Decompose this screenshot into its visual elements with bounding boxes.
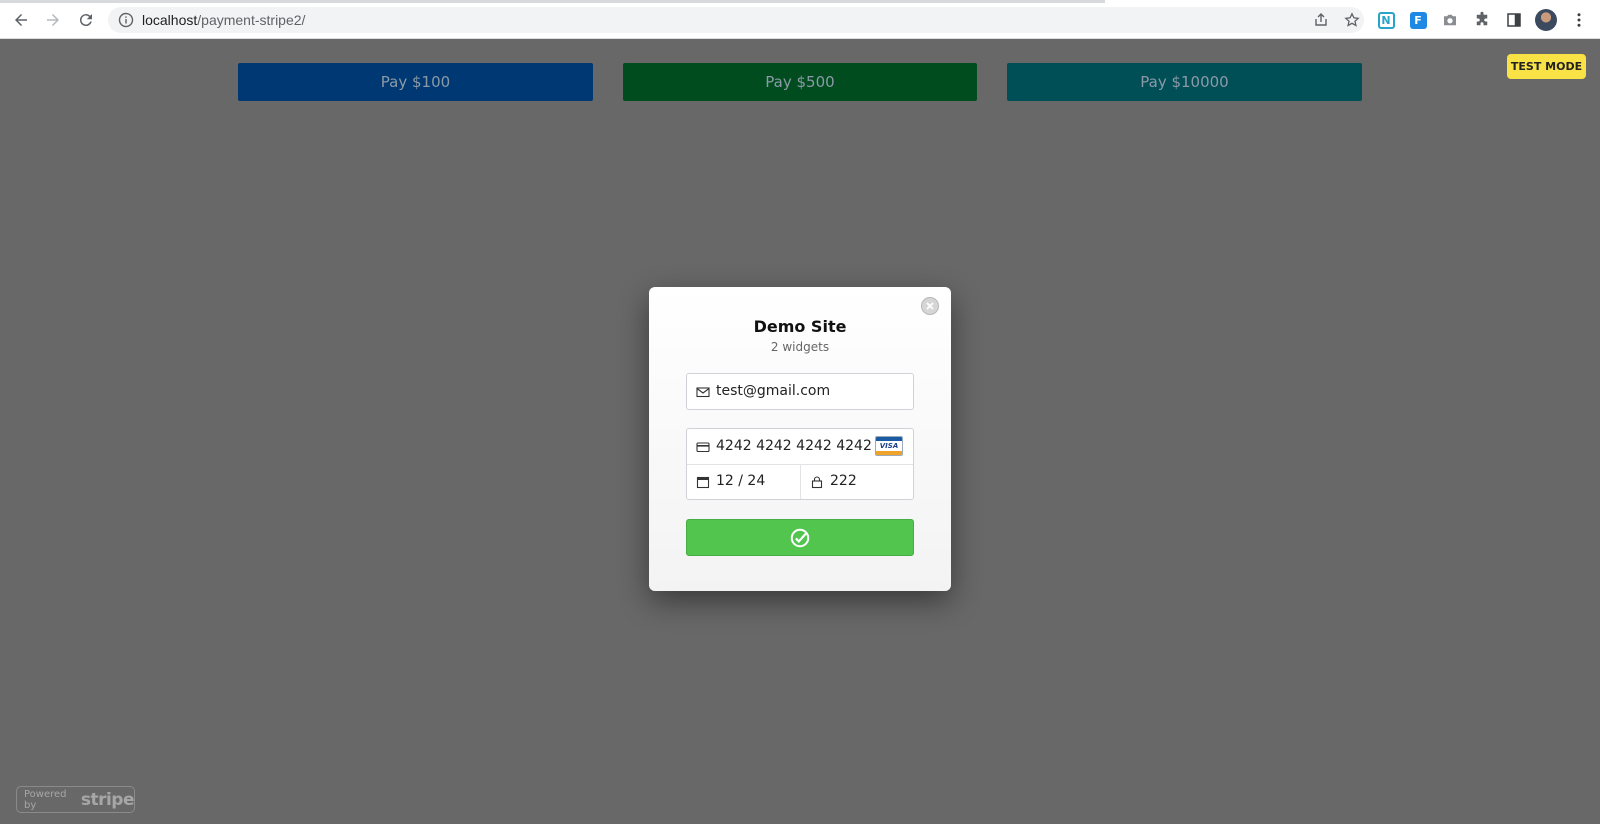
puzzle-icon: [1476, 11, 1488, 26]
email-value: test@gmail.com: [716, 383, 831, 399]
pay-500-button[interactable]: Pay $500: [623, 63, 977, 101]
url-path: /payment-stripe2/: [197, 12, 306, 28]
card-number-field[interactable]: 4242 4242 4242 4242 VISA: [687, 429, 913, 465]
bookmark-star-icon[interactable]: [1344, 12, 1360, 28]
powered-by-stripe-badge[interactable]: Powered by stripe: [16, 786, 135, 813]
arrow-left-icon: [15, 14, 27, 26]
close-button[interactable]: [921, 297, 939, 315]
merchant-name: Demo Site: [753, 317, 847, 336]
back-button[interactable]: [10, 9, 32, 31]
expiry-value: 12 / 24: [716, 473, 766, 489]
order-description: 2 widgets: [770, 340, 830, 354]
browser-toolbar: localhost/payment-stripe2/ N F: [0, 0, 1600, 39]
pay-submit-button[interactable]: [686, 519, 914, 556]
info-icon[interactable]: [118, 12, 134, 28]
pay-10000-button[interactable]: Pay $10000: [1007, 63, 1362, 101]
card-brand-label: VISA: [879, 442, 899, 450]
address-bar[interactable]: localhost/payment-stripe2/: [108, 7, 1364, 33]
url-host: localhost: [142, 12, 198, 28]
pay-100-button[interactable]: Pay $100: [238, 63, 593, 101]
card-details-group: 4242 4242 4242 4242 VISA 12 / 24 222: [686, 428, 914, 500]
close-icon: [926, 302, 934, 310]
lock-icon: [810, 475, 824, 489]
reload-button[interactable]: [75, 9, 97, 31]
tab-strip-edge: [0, 0, 1105, 3]
stripe-logo: stripe: [80, 789, 135, 810]
expiry-field[interactable]: 12 / 24: [687, 465, 801, 499]
profile-avatar[interactable]: [1535, 9, 1557, 31]
forward-button[interactable]: [42, 9, 64, 31]
cvc-field[interactable]: 222: [801, 465, 913, 499]
card-number-value: 4242 4242 4242 4242: [716, 438, 872, 454]
credit-card-icon: [696, 440, 710, 454]
arrow-right-icon: [47, 14, 59, 26]
checkout-modal: Demo Site 2 widgets test@gmail.com 4242 …: [649, 287, 951, 591]
test-mode-badge: TEST MODE: [1507, 54, 1586, 79]
envelope-icon: [696, 385, 710, 399]
calendar-icon: [696, 475, 710, 489]
email-field[interactable]: test@gmail.com: [686, 373, 914, 410]
url-text[interactable]: localhost/payment-stripe2/: [142, 12, 305, 28]
visa-card-icon: VISA: [875, 436, 903, 456]
flow-extension-icon: F: [1409, 11, 1427, 29]
reload-icon: [79, 14, 92, 27]
side-panel-button[interactable]: [1504, 10, 1524, 30]
check-circle-icon: [790, 528, 810, 547]
screenshot-extension-button[interactable]: [1440, 10, 1460, 30]
more-vertical-icon: [1577, 13, 1581, 27]
powered-by-label: Powered by: [24, 788, 67, 811]
extensions-button[interactable]: [1472, 10, 1492, 30]
camera-icon: [1444, 14, 1456, 26]
share-icon[interactable]: [1313, 12, 1329, 28]
notion-extension-icon: N: [1377, 11, 1395, 29]
cvc-value: 222: [830, 473, 857, 489]
notion-extension-button[interactable]: N: [1376, 10, 1396, 30]
flow-extension-button[interactable]: F: [1408, 10, 1428, 30]
browser-menu-button[interactable]: [1569, 10, 1589, 30]
side-panel-icon: [1507, 13, 1521, 27]
